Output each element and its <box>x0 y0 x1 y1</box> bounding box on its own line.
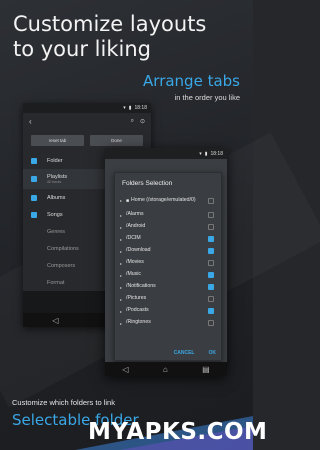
battery-icon: ▮ <box>128 105 132 111</box>
checkbox[interactable] <box>208 224 214 230</box>
checkbox[interactable] <box>208 308 214 314</box>
status-bar: ▾ ▮ 18:18 <box>23 103 151 113</box>
tab-label-group: Playlists All tracks <box>47 174 67 184</box>
folder-row[interactable]: ▸/DCIM <box>115 233 221 245</box>
cancel-button[interactable]: CANCEL <box>174 350 195 356</box>
arrange-tabs-title: Arrange tabs <box>143 72 240 90</box>
battery-icon: ▮ <box>204 150 208 157</box>
headline: Customize layouts to your liking <box>13 12 206 62</box>
folders-phone-mockup: ▾ ▮ 18:18 Folders Selection ▸ ■ Home (/s… <box>105 148 227 376</box>
folder-row[interactable]: ▸/Android <box>115 221 221 233</box>
folder-row[interactable]: ▸/Podcasts <box>115 305 221 317</box>
screen: Folders Selection ▸ ■ Home (/storage/emu… <box>105 159 227 362</box>
nav-bar: ◁ ⌂ ▤ <box>105 362 227 376</box>
tab-label: Genres <box>47 228 66 235</box>
arrange-tabs-subtitle: in the order you like <box>174 93 240 102</box>
dialog-actions: CANCEL OK <box>174 350 216 356</box>
folder-label: /Podcasts <box>126 307 149 314</box>
checkbox[interactable] <box>208 272 214 278</box>
tab-label: Format <box>47 279 65 286</box>
status-bar: ▾ ▮ 18:18 <box>105 148 227 159</box>
checkbox[interactable] <box>31 157 37 164</box>
tab-label: Songs <box>47 211 63 218</box>
done-button[interactable]: Done <box>90 135 143 146</box>
wifi-icon: ▾ <box>123 105 126 111</box>
folder-label: /Ringtones <box>126 319 151 326</box>
folder-row[interactable]: ▸/Movies <box>115 257 221 269</box>
checkbox[interactable] <box>31 194 37 201</box>
folders-selection-dialog: Folders Selection ▸ ■ Home (/storage/emu… <box>114 172 222 361</box>
checkbox[interactable] <box>208 320 214 326</box>
folder-row[interactable]: ▸/Pictures <box>115 293 221 305</box>
back-arrow-icon[interactable]: ‹ <box>29 117 32 126</box>
folder-label: /Download <box>126 247 151 254</box>
folder-row[interactable]: ▸/Music <box>115 269 221 281</box>
watermark-text: MYAPKS.COM <box>88 419 268 445</box>
watermark-banner: MYAPKS.COM <box>0 416 267 450</box>
checkbox[interactable] <box>208 236 214 242</box>
folder-row[interactable]: ▸/Alarms <box>115 209 221 221</box>
tab-label: Compilations <box>47 245 79 252</box>
checkbox[interactable] <box>208 296 214 302</box>
folder-label: /Notifications <box>126 283 156 290</box>
checkbox[interactable] <box>208 260 214 266</box>
folder-label: /DCIM <box>126 235 141 242</box>
reset-tab-button[interactable]: reset tab <box>31 135 84 146</box>
checkbox[interactable] <box>208 248 214 254</box>
tab-sublabel: All tracks <box>47 180 62 184</box>
folder-icon: ■ <box>126 197 130 204</box>
folder-label: /Android <box>126 223 146 230</box>
nav-home-icon[interactable]: ⌂ <box>163 365 168 374</box>
headline-line2: to your liking <box>13 37 151 61</box>
status-time: 18:18 <box>134 105 147 111</box>
nav-back-icon[interactable]: ◁ <box>122 365 128 374</box>
tab-label: Albums <box>47 194 66 201</box>
folder-row-home[interactable]: ▸ ■ Home (/storage/emulated/0) <box>115 192 221 209</box>
checkbox[interactable] <box>208 198 214 204</box>
status-time: 18:18 <box>210 150 223 157</box>
more-icon[interactable]: ⊙ <box>140 118 145 125</box>
checkbox[interactable] <box>208 284 214 290</box>
folder-label: /Movies <box>126 259 144 266</box>
wifi-icon: ▾ <box>199 150 202 157</box>
folder-label: /Music <box>126 271 141 278</box>
folder-row[interactable]: ▸/Download <box>115 245 221 257</box>
nav-back-icon[interactable]: ◁ <box>52 316 58 325</box>
search-icon[interactable]: ⌕ <box>131 118 134 125</box>
folder-label: /Pictures <box>126 295 147 302</box>
nav-recents-icon[interactable]: ▤ <box>202 365 210 374</box>
folder-row[interactable]: ▸/Notifications <box>115 281 221 293</box>
checkbox[interactable] <box>208 212 214 218</box>
toolbar: ‹ ⌕ ⊙ <box>23 113 151 129</box>
ok-button[interactable]: OK <box>209 350 217 356</box>
folder-label: /Alarms <box>126 211 144 218</box>
headline-line1: Customize layouts <box>13 12 207 36</box>
folders-subtitle: Customize which folders to link <box>12 398 115 407</box>
tab-label: Folder <box>47 157 63 164</box>
folder-row[interactable]: ▸/Ringtones <box>115 317 221 329</box>
tab-label: Composers <box>47 262 76 269</box>
checkbox[interactable] <box>31 211 37 218</box>
checkbox[interactable] <box>31 176 37 182</box>
dialog-title: Folders Selection <box>122 180 173 187</box>
